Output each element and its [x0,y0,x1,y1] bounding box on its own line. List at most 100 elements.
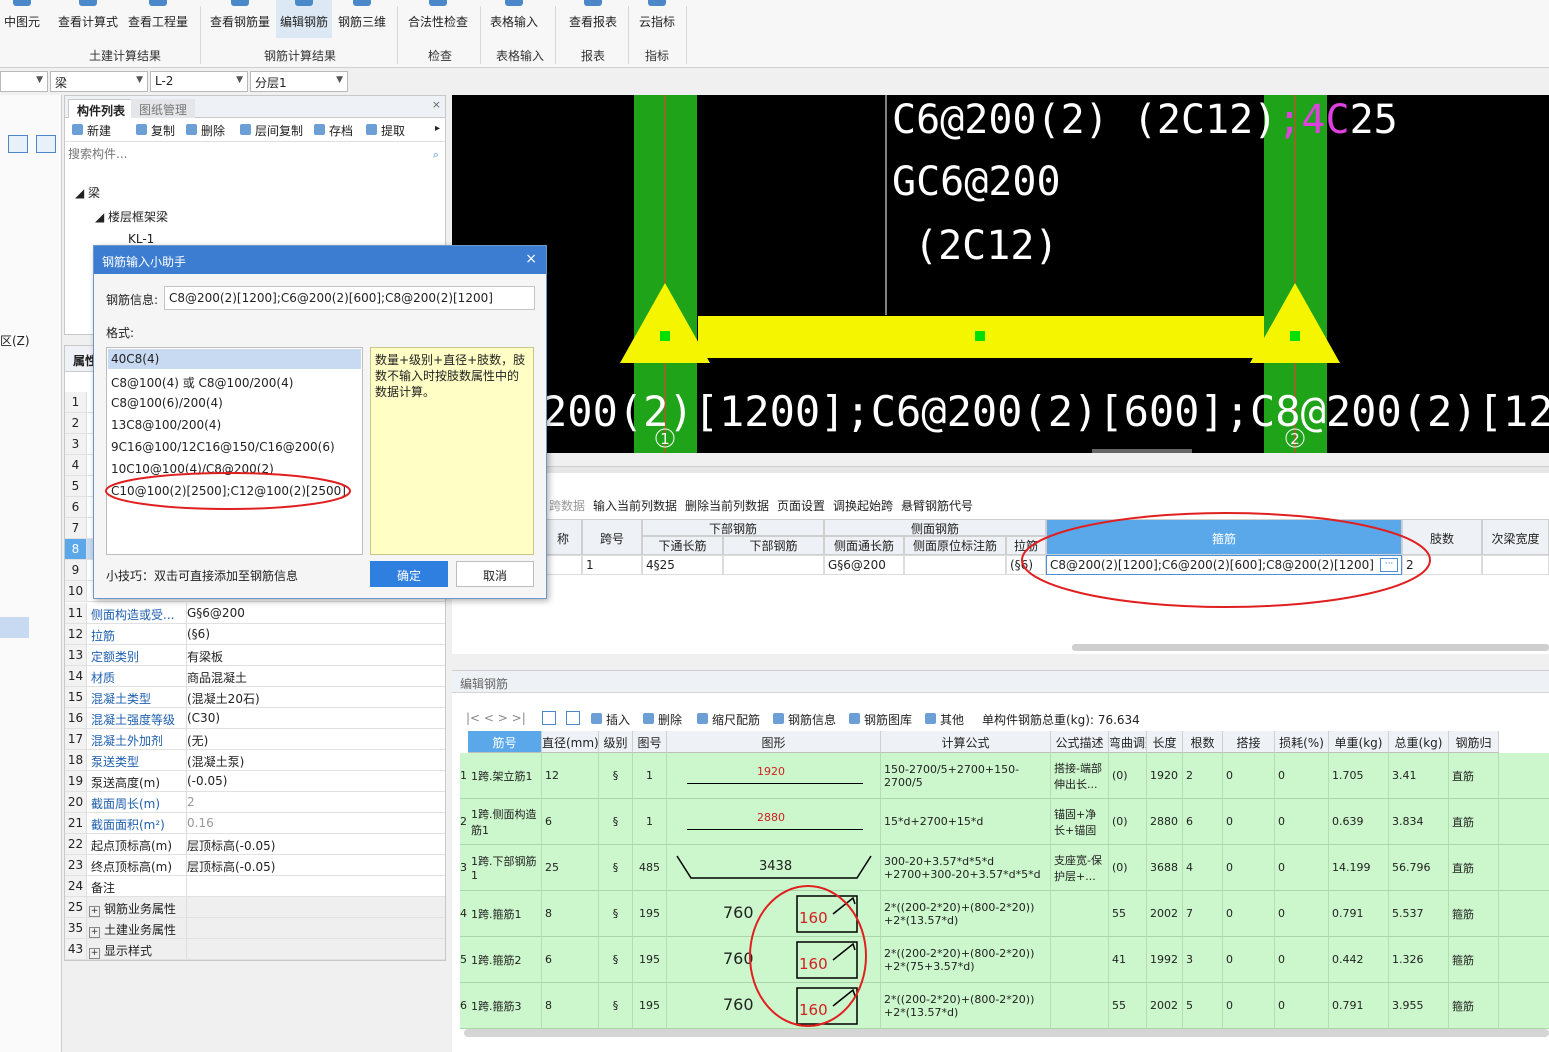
property-row[interactable]: 19 泵送高度(m) (-0.05) [65,771,445,792]
splitter[interactable] [452,467,1549,473]
ribbon-button-edit-rebar[interactable]: 编辑钢筋 [276,0,332,38]
delete-column-button[interactable]: 删除当前列数据 [685,497,769,514]
cell-unit[interactable]: 0.639 [1329,799,1389,844]
cell-grade[interactable]: § [599,799,633,844]
cell-formula[interactable]: 300-20+3.57*d*5*d +2700+300-20+3.57*d*5*… [881,845,1051,890]
cell-span[interactable]: 1 [582,555,642,575]
ribbon-button-cloud-index[interactable]: 云指标 [633,0,681,38]
ribbon-button-view-quantity[interactable]: 查看工程量 [124,0,192,38]
property-row[interactable]: 22 起点顶标高(m) 层顶标高(-0.05) [65,834,445,855]
cell-loss[interactable]: 0 [1275,937,1329,982]
cell-formula[interactable]: 2*((200-2*20)+(800-2*20)) +2*(13.57*d) [881,891,1051,936]
cell-loss[interactable]: 0 [1275,983,1329,1028]
cell-fig[interactable]: 195 [633,937,667,982]
cell-bend[interactable]: 55 [1109,891,1147,936]
cell-shape[interactable]: 2880 [667,799,881,844]
cell-type[interactable]: 箍筋 [1449,891,1499,936]
property-row[interactable]: 14 材质 商品混凝土 [65,666,445,687]
ribbon-button-view-rebar[interactable]: 查看钢筋量 [205,0,275,38]
cell-lap[interactable]: 0 [1223,799,1275,844]
cancel-button[interactable]: 取消 [456,561,534,587]
cell-type[interactable]: 箍筋 [1449,983,1499,1028]
cell-len[interactable]: 2880 [1147,799,1183,844]
ok-button[interactable]: 确定 [370,561,448,587]
format-item[interactable]: C8@100(6)/200(4) [108,393,361,413]
cell-bend[interactable]: (0) [1109,753,1147,798]
insert-button[interactable]: 插入 [590,711,630,728]
cell-len[interactable]: 1920 [1147,753,1183,798]
format-item[interactable]: 40C8(4) [108,349,361,369]
overflow-icon[interactable]: ▸ [435,123,440,134]
cell-formula[interactable]: 150-2700/5+2700+150-2700/5 [881,753,1051,798]
property-row[interactable]: 18 泵送类型 (混凝土泵) [65,750,445,771]
property-row[interactable]: 16 混凝土强度等级 (C30) [65,708,445,729]
cell-type[interactable]: 直筋 [1449,845,1499,890]
cell-fig[interactable]: 1 [633,799,667,844]
cell-desc[interactable] [1051,891,1109,936]
cell-len[interactable]: 1992 [1147,937,1183,982]
cell-loss[interactable]: 0 [1275,753,1329,798]
table-row[interactable]: 4 1跨.箍筋1 8 § 195 760 160 2*((200-2*20)+(800-2*2… [460,891,1549,937]
property-value[interactable]: (无) [187,732,208,749]
cad-scroll-handle[interactable] [1092,449,1192,453]
property-value[interactable]: (混凝土泵) [187,753,244,770]
property-row[interactable]: 20 截面周长(m) 2 [65,792,445,813]
cell-grade[interactable]: § [599,891,633,936]
cell-fig[interactable]: 195 [633,891,667,936]
cell-total[interactable]: 5.537 [1389,891,1449,936]
property-value[interactable]: 有梁板 [187,648,223,665]
cell-shape[interactable]: 1920 [667,753,881,798]
region-label[interactable]: 区(Z) [0,332,30,349]
cell-loss[interactable]: 0 [1275,799,1329,844]
ribbon-button-table-input[interactable]: 表格输入 [484,0,544,38]
delete-row-button[interactable]: 删除 [642,711,682,728]
property-row[interactable]: 13 定额类别 有梁板 [65,645,445,666]
cell-grade[interactable]: § [599,937,633,982]
table-row[interactable]: 2 1跨.侧面构造筋1 6 § 1 2880 15*d+2700+15*d 锚固+净长+锚固(… [460,799,1549,845]
cell-dia[interactable]: 6 [542,937,599,982]
rebar-info-button[interactable]: 钢筋信息 [772,711,836,728]
cell-legs[interactable]: 2 [1402,555,1482,575]
cell-count[interactable]: 4 [1183,845,1223,890]
cell-formula[interactable]: 2*((200-2*20)+(800-2*20)) +2*(13.57*d) [881,983,1051,1028]
cell-dia[interactable]: 8 [542,983,599,1028]
close-icon[interactable]: × [525,251,537,267]
close-icon[interactable]: × [432,98,441,111]
cell-len[interactable]: 2002 [1147,983,1183,1028]
cell-bend[interactable]: 55 [1109,983,1147,1028]
cell-dia[interactable]: 6 [542,799,599,844]
property-value[interactable]: (C30) [187,711,220,725]
edit-horizontal-scrollbar[interactable] [464,1029,1549,1037]
property-value[interactable]: 商品混凝土 [187,669,247,686]
property-row[interactable]: 25 + 钢筋业务属性 [65,897,445,918]
nav-selected-item[interactable] [0,617,29,638]
property-value[interactable]: (混凝土20石) [187,690,260,707]
new-button[interactable]: 新建 [71,122,111,139]
ribbon-button-rebar-3d[interactable]: 钢筋三维 [334,0,390,38]
cell-name[interactable]: 1跨.箍筋3 [468,983,542,1028]
property-row[interactable]: 11 侧面构造或受... G§6@200 [65,603,445,624]
ribbon-button-view-formula[interactable]: 查看计算式 [54,0,122,38]
horizontal-scrollbar[interactable] [1072,644,1549,651]
extract-button[interactable]: 提取 [365,122,405,139]
format-item[interactable]: 9C16@100/12C16@150/C16@200(6) [108,437,361,457]
cell-total[interactable]: 56.796 [1389,845,1449,890]
cell-len[interactable]: 3688 [1147,845,1183,890]
cell-lap[interactable]: 0 [1223,845,1275,890]
table-row[interactable]: 6 1跨.箍筋3 8 § 195 760 160 2*((200-2*20)+(800-2*2… [460,983,1549,1029]
swap-span-button[interactable]: 调换起始跨 [833,497,893,514]
cell-tie[interactable]: (§6) [1006,555,1046,575]
property-row[interactable]: 43 + 显示样式 [65,939,445,960]
cell-name[interactable]: 1跨.侧面构造筋1 [468,799,542,844]
tab-drawing-management[interactable]: 图纸管理 [131,99,196,118]
property-value[interactable]: (§6) [187,627,210,641]
cell-total[interactable]: 3.834 [1389,799,1449,844]
cad-viewport[interactable]: 1 2 C6@200(2) (2C12);4C25 GC6@200 (2C12)… [452,95,1549,453]
cell-count[interactable]: 2 [1183,753,1223,798]
cell-desc[interactable] [1051,937,1109,982]
expand-icon[interactable]: + [89,927,100,938]
property-value[interactable]: 层顶标高(-0.05) [187,858,275,875]
property-row[interactable]: 35 + 土建业务属性 [65,918,445,939]
cell-dia[interactable]: 25 [542,845,599,890]
cell-total[interactable]: 3.41 [1389,753,1449,798]
